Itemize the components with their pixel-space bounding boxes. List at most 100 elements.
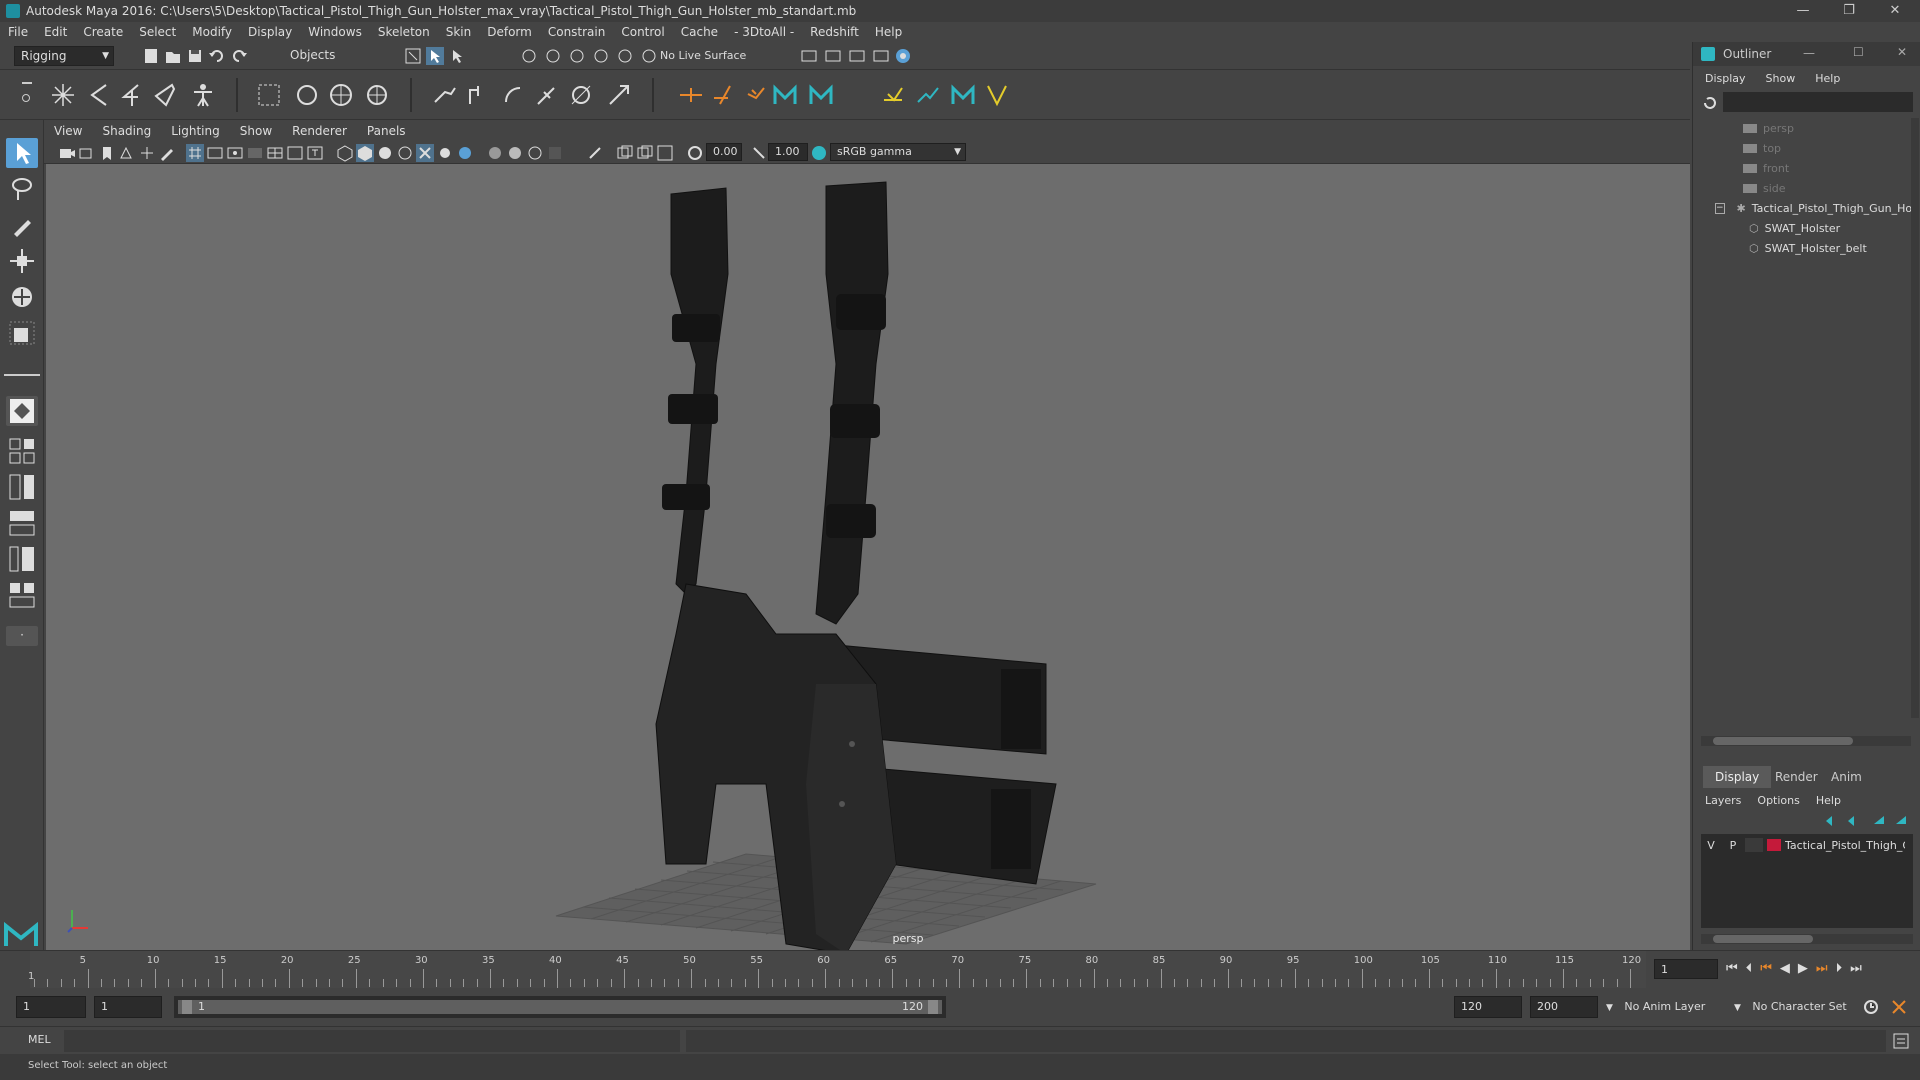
- outliner-item-front[interactable]: front: [1743, 158, 1789, 178]
- animation-end-field[interactable]: 200: [1530, 996, 1598, 1018]
- depth-of-field-icon[interactable]: [526, 144, 544, 162]
- outliner-item-group[interactable]: − ✱ Tactical_Pistol_Thigh_Gun_Holster: [1715, 198, 1915, 218]
- outliner-maximize-button[interactable]: ☐: [1853, 45, 1864, 59]
- outliner-minimize-button[interactable]: —: [1803, 46, 1815, 60]
- layer-horizontal-scrollbar[interactable]: [1701, 934, 1913, 944]
- minimize-button[interactable]: —: [1780, 0, 1826, 22]
- gamma-field[interactable]: 1.00: [768, 143, 808, 161]
- maya-m-icon[interactable]: [772, 82, 798, 108]
- outliner-item-swat-holster[interactable]: ⬡ SWAT_Holster: [1749, 218, 1840, 238]
- menu-create[interactable]: Create: [75, 25, 131, 39]
- select-object-icon[interactable]: [426, 47, 444, 65]
- camera-icon[interactable]: [58, 144, 76, 162]
- tab-anim[interactable]: Anim: [1819, 766, 1874, 788]
- colorspace-dropdown[interactable]: sRGB gamma ▼: [830, 143, 966, 161]
- ambient-occlusion-icon[interactable]: [456, 144, 474, 162]
- menu-redshift[interactable]: Redshift: [802, 25, 867, 39]
- hypershade-view-button[interactable]: [6, 580, 38, 610]
- menu-deform[interactable]: Deform: [479, 25, 540, 39]
- undo-icon[interactable]: [208, 47, 226, 65]
- outliner-vertical-scrollbar[interactable]: [1911, 118, 1919, 718]
- panel-menu-panels[interactable]: Panels: [357, 124, 416, 138]
- lasso-tool-button[interactable]: [6, 174, 38, 204]
- selection-mode-dropdown[interactable]: Objects: [284, 46, 380, 66]
- bookmark-icon[interactable]: [98, 144, 116, 162]
- menu-skeleton[interactable]: Skeleton: [370, 25, 438, 39]
- joint-tool-icon[interactable]: [50, 82, 76, 108]
- panel-menu-lighting[interactable]: Lighting: [161, 124, 230, 138]
- play-forward-icon[interactable]: ▶: [1798, 961, 1808, 976]
- panel-menu-view[interactable]: View: [44, 124, 92, 138]
- toolbox-collapse-button[interactable]: ·: [6, 626, 38, 646]
- copy-weights-icon[interactable]: [500, 82, 526, 108]
- snap-curve-icon[interactable]: [544, 47, 562, 65]
- select-tool-button[interactable]: [6, 138, 38, 168]
- frame-selection-icon[interactable]: [656, 144, 674, 162]
- xray-icon[interactable]: [416, 144, 434, 162]
- outliner-menu-help[interactable]: Help: [1815, 72, 1840, 85]
- menu-control[interactable]: Control: [613, 25, 672, 39]
- four-view-button[interactable]: [6, 436, 38, 466]
- image-plane-icon[interactable]: [118, 144, 136, 162]
- menu-constrain[interactable]: Constrain: [540, 25, 614, 39]
- hypershade-icon[interactable]: [872, 47, 890, 65]
- shelf-menu-icon[interactable]: [22, 76, 32, 112]
- layer-color-swatch[interactable]: [1767, 839, 1781, 851]
- snap-point-icon[interactable]: [568, 47, 586, 65]
- move-layer-down-icon[interactable]: [1845, 812, 1863, 830]
- film-gate-icon[interactable]: [206, 144, 224, 162]
- ipr-render-icon[interactable]: [824, 47, 842, 65]
- rotate-tool-button[interactable]: [6, 282, 38, 312]
- play-backward-icon[interactable]: ◀: [1780, 961, 1790, 976]
- collapse-toggle-icon[interactable]: −: [1715, 202, 1725, 214]
- render-view-icon[interactable]: [894, 47, 912, 65]
- menu-select[interactable]: Select: [131, 25, 184, 39]
- mirror-weights-icon[interactable]: [466, 82, 492, 108]
- outliner-item-persp[interactable]: persp: [1743, 118, 1794, 138]
- menu-modify[interactable]: Modify: [184, 25, 240, 39]
- paint-select-button[interactable]: [6, 210, 38, 240]
- render-frame-icon[interactable]: [800, 47, 818, 65]
- safe-title-icon[interactable]: [306, 144, 324, 162]
- exposure-icon[interactable]: [686, 144, 704, 162]
- range-start-grip[interactable]: [182, 1000, 192, 1014]
- layer-playback-toggle[interactable]: P: [1721, 839, 1745, 852]
- textured-icon[interactable]: [396, 144, 414, 162]
- outliner-item-swat-holster-belt[interactable]: ⬡ SWAT_Holster_belt: [1749, 238, 1867, 258]
- menuset-dropdown[interactable]: Rigging ▼: [14, 46, 114, 66]
- layer-row[interactable]: V P Tactical_Pistol_Thigh_Gun_Holster: [1701, 836, 1913, 854]
- current-frame-field[interactable]: 1: [1654, 959, 1718, 979]
- field-chart-icon[interactable]: [266, 144, 284, 162]
- menu-file[interactable]: File: [0, 25, 36, 39]
- step-forward-frame-icon[interactable]: ⏵: [1836, 961, 1843, 976]
- cluster-icon[interactable]: [294, 82, 320, 108]
- outliner-horizontal-scrollbar[interactable]: [1701, 736, 1911, 746]
- two-d-pan-icon[interactable]: [138, 144, 156, 162]
- save-scene-icon[interactable]: [186, 47, 204, 65]
- humanik-icon[interactable]: [190, 82, 216, 108]
- outliner-item-top[interactable]: top: [1743, 138, 1781, 158]
- tab-display[interactable]: Display: [1703, 766, 1772, 788]
- mel-input[interactable]: [64, 1030, 680, 1052]
- outliner-item-side[interactable]: side: [1743, 178, 1786, 198]
- menu-help[interactable]: Help: [867, 25, 910, 39]
- anti-aliasing-icon[interactable]: [506, 144, 524, 162]
- range-slider[interactable]: 1 120: [174, 996, 946, 1018]
- mel-label[interactable]: MEL: [28, 1033, 51, 1046]
- persp-outliner-button[interactable]: [6, 472, 38, 502]
- snap-surface-icon[interactable]: [616, 47, 634, 65]
- gate-mask-icon[interactable]: [246, 144, 264, 162]
- persp-graph-button[interactable]: [6, 508, 38, 538]
- step-back-frame-icon[interactable]: ⏴: [1746, 961, 1753, 976]
- add-influence-icon[interactable]: [568, 82, 594, 108]
- character-set-dropdown[interactable]: ▼ No Character Set: [1734, 996, 1864, 1018]
- animation-preferences-icon[interactable]: [1890, 998, 1908, 1016]
- default-lighting-icon[interactable]: [376, 144, 394, 162]
- ik-handle-icon[interactable]: [86, 82, 112, 108]
- range-slider-handle[interactable]: 1 120: [178, 1000, 942, 1014]
- resolution-gate-icon[interactable]: [226, 144, 244, 162]
- range-end-grip[interactable]: [928, 1000, 938, 1014]
- wrap-deformer-icon[interactable]: [328, 82, 354, 108]
- prune-weights-icon[interactable]: [534, 82, 560, 108]
- render-settings-icon[interactable]: [848, 47, 866, 65]
